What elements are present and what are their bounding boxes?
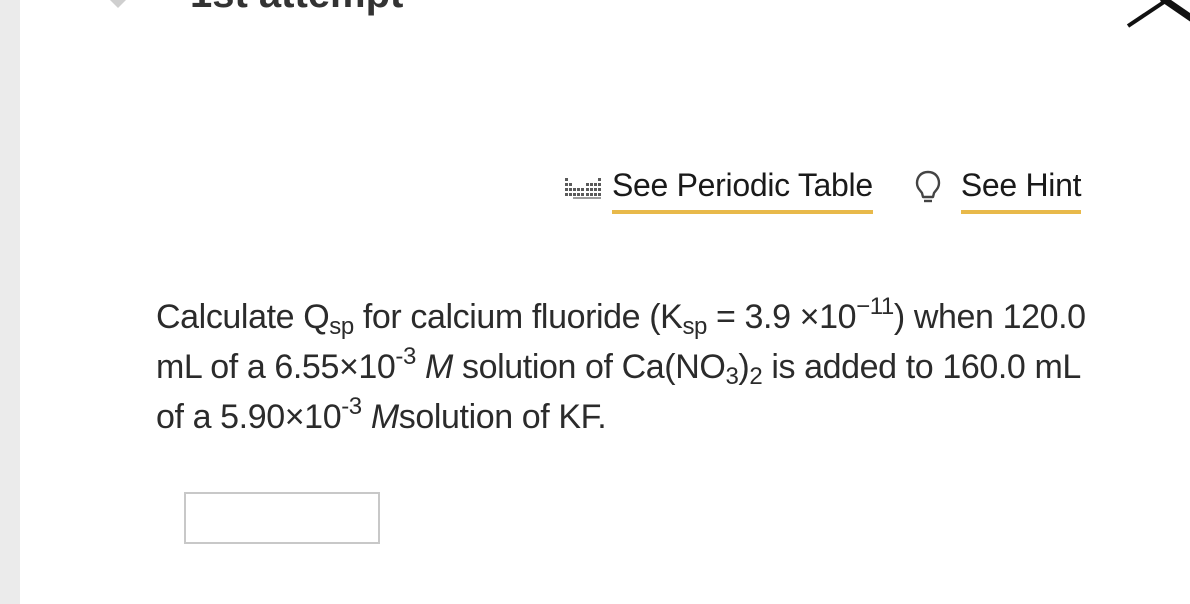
formula-subscript: 2: [749, 363, 763, 390]
question-text-part: solution of Ca(NO: [452, 348, 726, 386]
question-page: 1st attempt: [0, 0, 1190, 604]
question-text-part: solution of KF.: [398, 398, 607, 436]
chevron-down-icon[interactable]: [104, 0, 132, 16]
question-text-part: ): [738, 348, 750, 386]
question-text-part: for calcium fluoride (K: [353, 298, 683, 336]
concentration-2-exponent: -3: [341, 393, 362, 420]
question-text-part: Calculate Q: [156, 298, 330, 336]
periodic-table-icon: [565, 178, 601, 199]
question-text: Calculate Qsp for calcium fluoride (Ksp …: [156, 292, 1116, 442]
question-text-part: = 3.9 ×10: [707, 298, 857, 336]
lightbulb-icon: [915, 170, 941, 203]
qsp-subscript: sp: [329, 313, 354, 340]
concentration-1-exponent: -3: [395, 343, 416, 370]
attempt-title: 1st attempt: [190, 0, 403, 14]
molarity-unit: M: [425, 348, 453, 386]
see-periodic-table-label: See Periodic Table: [612, 166, 873, 214]
close-icon[interactable]: [1124, 0, 1190, 30]
molarity-unit: M: [370, 398, 399, 436]
see-hint-label: See Hint: [960, 166, 1082, 214]
nitrate-subscript: 3: [725, 363, 739, 390]
left-sidebar-strip: [0, 0, 20, 604]
question-tools: See Periodic Table See Hint: [564, 166, 1082, 214]
answer-input[interactable]: [184, 492, 380, 544]
see-hint-link[interactable]: See Hint: [873, 166, 1082, 214]
ksp-exponent: −11: [856, 293, 894, 320]
ksp-subscript: sp: [682, 313, 707, 340]
see-periodic-table-link[interactable]: See Periodic Table: [564, 166, 873, 214]
